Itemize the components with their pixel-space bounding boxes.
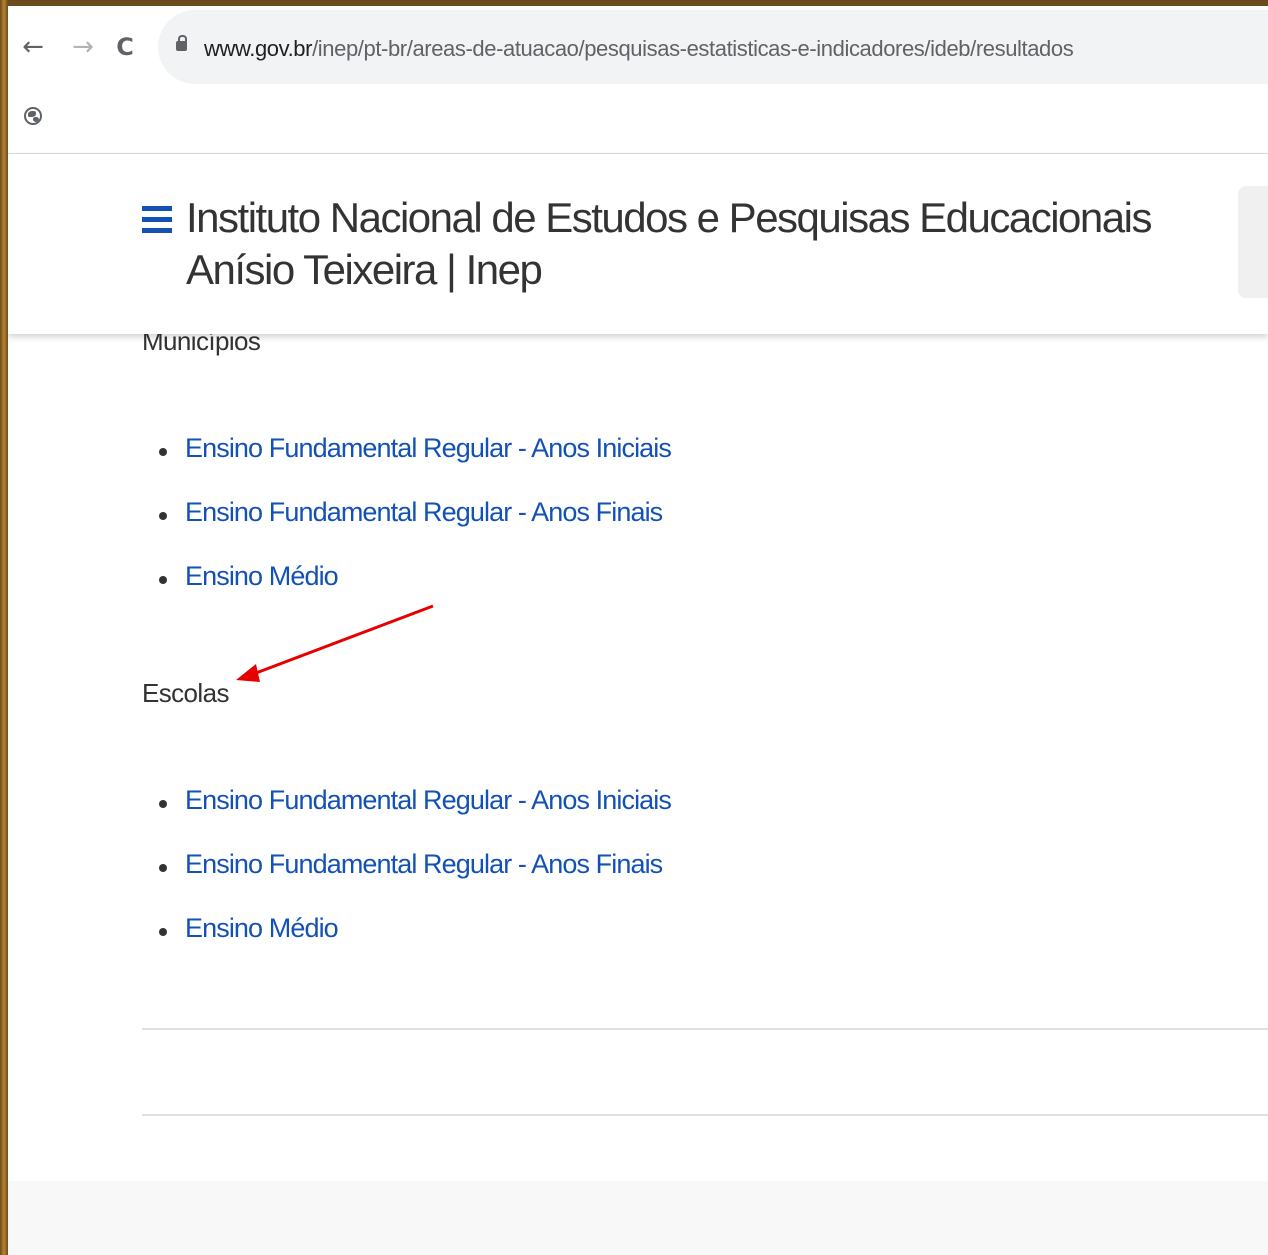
link-municipios-anos-finais[interactable]: Ensino Fundamental Regular - Anos Finais [185, 495, 663, 529]
search-box[interactable] [1238, 186, 1268, 298]
url-host: www.gov.br [204, 36, 313, 61]
list-item: Ensino Fundamental Regular - Anos Inicia… [142, 783, 672, 847]
lock-icon [176, 35, 187, 51]
link-escolas-anos-iniciais[interactable]: Ensino Fundamental Regular - Anos Inicia… [185, 783, 672, 817]
divider [142, 1028, 1268, 1030]
url-text: www.gov.br/inep/pt-br/areas-de-atuacao/p… [204, 36, 1074, 62]
reload-icon: C [116, 33, 134, 61]
link-escolas-anos-finais[interactable]: Ensino Fundamental Regular - Anos Finais [185, 847, 663, 881]
reload-button[interactable]: C [112, 32, 138, 62]
list-item: Ensino Médio [142, 911, 671, 975]
url-path: /inep/pt-br/areas-de-atuacao/pesquisas-e… [312, 36, 1074, 61]
list-item: Ensino Fundamental Regular - Anos Finais [142, 847, 671, 911]
arrow-right-icon: → [72, 32, 94, 62]
arrow-left-icon: ← [22, 32, 44, 62]
globe-icon[interactable] [24, 107, 42, 125]
escolas-link-list: Ensino Fundamental Regular - Anos Inicia… [142, 783, 672, 975]
divider [142, 1114, 1268, 1116]
browser-toolbar: ← → C www.gov.br/inep/pt-br/areas-de-atu… [8, 6, 1268, 154]
link-escolas-ensino-medio[interactable]: Ensino Médio [185, 911, 339, 945]
link-municipios-ensino-medio[interactable]: Ensino Médio [185, 559, 339, 593]
list-item: Ensino Fundamental Regular - Anos Inicia… [142, 431, 672, 495]
hamburger-menu-icon[interactable] [142, 206, 172, 234]
list-item: Ensino Fundamental Regular - Anos Finais [142, 495, 671, 559]
forward-button[interactable]: → [70, 32, 96, 62]
list-item: Ensino Médio [142, 559, 671, 623]
municipios-link-list: Ensino Fundamental Regular - Anos Inicia… [142, 431, 672, 623]
link-municipios-anos-iniciais[interactable]: Ensino Fundamental Regular - Anos Inicia… [185, 431, 672, 465]
section-heading-escolas: Escolas [142, 678, 229, 708]
site-header: Instituto Nacional de Estudos e Pesquisa… [8, 154, 1268, 334]
address-bar[interactable]: www.gov.br/inep/pt-br/areas-de-atuacao/p… [158, 10, 1268, 84]
site-title[interactable]: Instituto Nacional de Estudos e Pesquisa… [186, 192, 1206, 296]
back-button[interactable]: ← [20, 32, 46, 62]
footer [8, 1181, 1268, 1255]
browser-window: Municípios Ensino Fundamental Regular - … [8, 6, 1268, 1255]
